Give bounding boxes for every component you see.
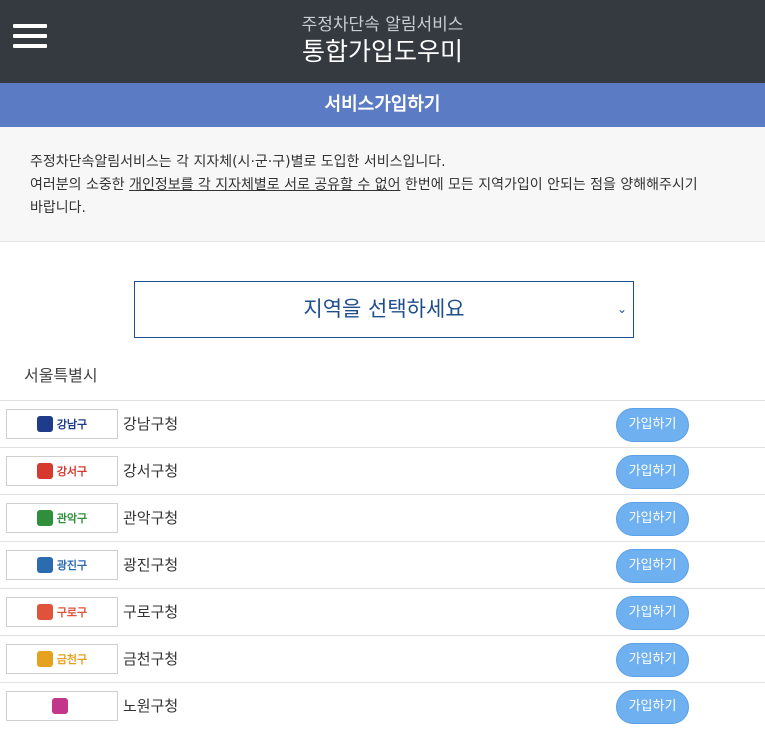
notice-underlined: 개인정보를 각 지자체별로 서로 공유할 수 없어 <box>129 177 401 193</box>
join-button[interactable]: 가입하기 <box>616 690 689 724</box>
logo-mark-icon <box>52 698 68 714</box>
district-row: 구로구 구로구청 가입하기 <box>0 588 765 635</box>
district-name: 노원구청 <box>123 697 179 715</box>
logo-mark-icon <box>36 510 53 526</box>
header-titles: 주정차단속 알림서비스 통합가입도우미 <box>0 14 765 68</box>
district-logo: 강남구 <box>6 409 118 439</box>
logo-mark-icon <box>36 557 53 573</box>
logo-mark-icon <box>36 416 53 432</box>
district-logo <box>6 691 118 721</box>
join-button[interactable]: 가입하기 <box>616 455 689 489</box>
notice-line-3: 바랍니다. <box>30 200 86 216</box>
district-name: 구로구청 <box>123 603 179 621</box>
region-select[interactable]: 지역을 선택하세요 ⌄ <box>134 281 634 338</box>
district-row: 강서구 강서구청 가입하기 <box>0 447 765 494</box>
district-logo: 관악구 <box>6 503 118 533</box>
join-button[interactable]: 가입하기 <box>616 549 689 583</box>
logo-mark-icon <box>36 604 53 620</box>
chevron-down-icon: ⌄ <box>617 302 628 316</box>
join-button[interactable]: 가입하기 <box>616 643 689 677</box>
district-name: 강남구청 <box>123 415 179 433</box>
district-name: 금천구청 <box>123 650 179 668</box>
district-row: 노원구청 가입하기 <box>0 682 765 729</box>
district-logo: 금천구 <box>6 644 118 674</box>
district-logo: 구로구 <box>6 597 118 627</box>
district-logo: 강서구 <box>6 456 118 486</box>
district-logo: 광진구 <box>6 550 118 580</box>
section-title: 서비스가입하기 <box>0 83 765 127</box>
join-button[interactable]: 가입하기 <box>616 596 689 630</box>
notice-box: 주정차단속알림서비스는 각 지자체(시·군·구)별로 도입한 서비스입니다. 여… <box>0 127 765 242</box>
district-list: 강남구 강남구청 가입하기 강서구 강서구청 가입하기 관악구 관악구청 가입하… <box>0 400 765 729</box>
top-bar: 주정차단속 알림서비스 통합가입도우미 <box>0 0 765 83</box>
district-row: 광진구 광진구청 가입하기 <box>0 541 765 588</box>
region-title: 서울특별시 <box>24 366 98 385</box>
notice-line-2: 여러분의 소중한 개인정보를 각 지자체별로 서로 공유할 수 없어 한번에 모… <box>30 177 698 193</box>
notice-line-1: 주정차단속알림서비스는 각 지자체(시·군·구)별로 도입한 서비스입니다. <box>30 154 446 170</box>
join-button[interactable]: 가입하기 <box>616 502 689 536</box>
join-button[interactable]: 가입하기 <box>616 408 689 442</box>
header-subtitle: 주정차단속 알림서비스 <box>301 15 464 35</box>
district-name: 광진구청 <box>123 556 179 574</box>
district-name: 관악구청 <box>123 509 179 527</box>
logo-mark-icon <box>36 651 53 667</box>
district-row: 금천구 금천구청 가입하기 <box>0 635 765 682</box>
district-row: 강남구 강남구청 가입하기 <box>0 400 765 447</box>
district-row: 관악구 관악구청 가입하기 <box>0 494 765 541</box>
logo-mark-icon <box>36 463 53 479</box>
district-name: 강서구청 <box>123 462 179 480</box>
header-title: 통합가입도우미 <box>301 37 463 66</box>
region-select-value: 지역을 선택하세요 <box>303 297 465 321</box>
